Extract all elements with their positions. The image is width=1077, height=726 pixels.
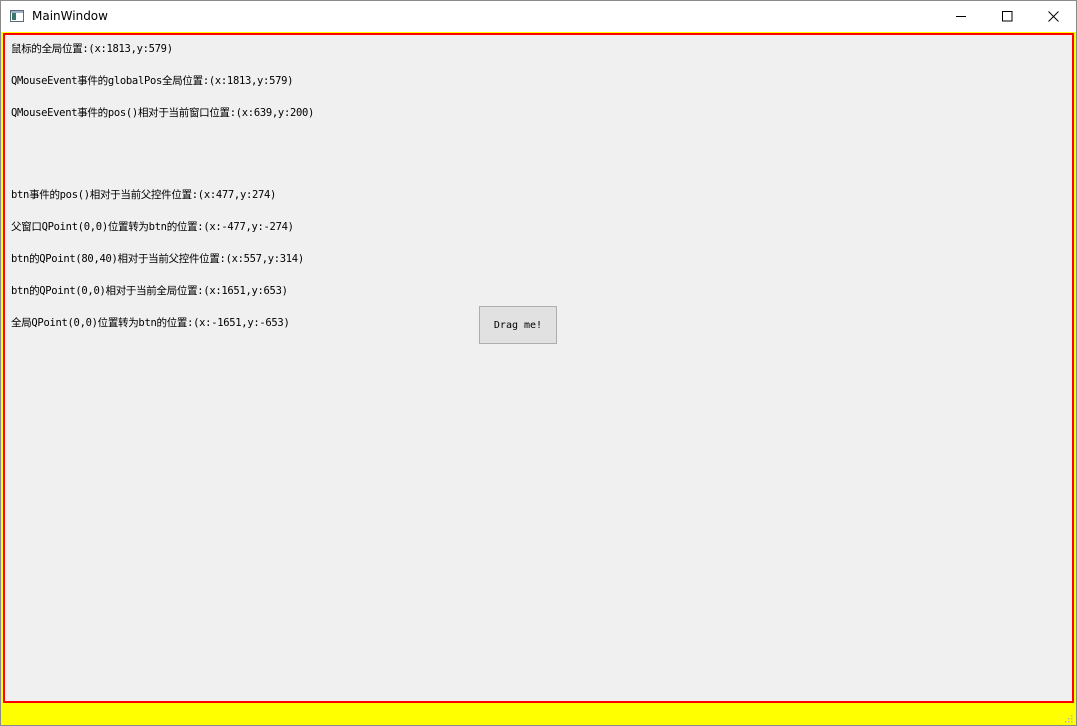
global-origin-to-btn-label: 全局QPoint(0,0)位置转为btn的位置:(x:-1651,y:-653) xyxy=(11,317,290,329)
close-icon xyxy=(1048,11,1059,22)
close-button[interactable] xyxy=(1030,1,1076,32)
maximize-button[interactable] xyxy=(984,1,1030,32)
maximize-icon xyxy=(1002,11,1013,22)
btn-point-to-parent-label: btn的QPoint(80,40)相对于当前父控件位置:(x:557,y:314… xyxy=(11,253,304,265)
event-pos-label: QMouseEvent事件的pos()相对于当前窗口位置:(x:639,y:20… xyxy=(11,107,315,119)
minimize-icon xyxy=(956,16,966,17)
drag-me-button[interactable]: Drag me! xyxy=(479,306,557,344)
title-bar[interactable]: MainWindow xyxy=(1,1,1076,32)
parent-origin-to-btn-label: 父窗口QPoint(0,0)位置转为btn的位置:(x:-477,y:-274) xyxy=(11,221,294,233)
global-mouse-position-label: 鼠标的全局位置:(x:1813,y:579) xyxy=(11,43,173,55)
main-window: MainWindow 鼠标的全局位置:(x:1813,y:579) QMouse… xyxy=(0,0,1077,726)
event-global-pos-label: QMouseEvent事件的globalPos全局位置:(x:1813,y:57… xyxy=(11,75,294,87)
central-widget: 鼠标的全局位置:(x:1813,y:579) QMouseEvent事件的glo… xyxy=(3,33,1074,703)
minimize-button[interactable] xyxy=(938,1,984,32)
app-window-icon xyxy=(10,10,24,22)
window-title: MainWindow xyxy=(32,9,108,23)
btn-pos-label: btn事件的pos()相对于当前父控件位置:(x:477,y:274) xyxy=(11,189,277,201)
btn-origin-to-global-label: btn的QPoint(0,0)相对于当前全局位置:(x:1651,y:653) xyxy=(11,285,288,297)
resize-grip-icon[interactable] xyxy=(1065,715,1073,723)
